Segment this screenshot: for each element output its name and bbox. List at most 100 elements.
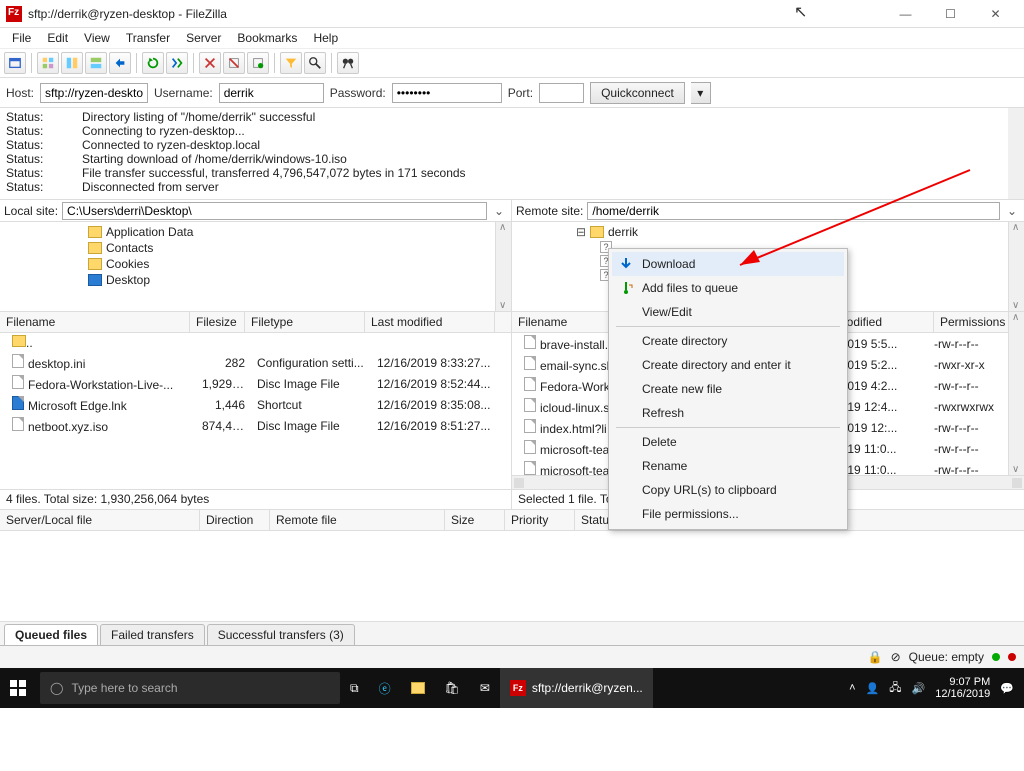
tray-overflow-icon[interactable]: ˄ (849, 682, 855, 694)
col-header[interactable]: Last modified (365, 312, 495, 332)
minimize-button[interactable]: — (883, 0, 928, 28)
windows-taskbar: ◯ Type here to search ⧉ ⓔ 🛍 ✉ Fzsftp://d… (0, 668, 1024, 708)
network-tray-icon[interactable]: 🖧 (889, 679, 901, 698)
bottom-status-bar: 🔒 ⊘ Queue: empty (0, 646, 1024, 668)
col-header[interactable]: Priority (505, 510, 575, 530)
quickconnect-button[interactable]: Quickconnect (590, 82, 685, 104)
col-header[interactable]: Filename (512, 312, 622, 332)
menu-view[interactable]: View (76, 29, 118, 47)
remote-tree-scrollbar[interactable] (1008, 222, 1024, 311)
network-icon: ⊘ (891, 650, 901, 664)
local-path-input[interactable] (62, 202, 487, 220)
list-item[interactable]: .. (0, 333, 511, 352)
menu-transfer[interactable]: Transfer (118, 29, 178, 47)
toggle-log-button[interactable] (37, 52, 59, 74)
context-menu-item[interactable]: Delete (612, 430, 844, 454)
context-menu-item[interactable]: Rename (612, 454, 844, 478)
list-item[interactable]: Microsoft Edge.lnk1,446Shortcut12/16/201… (0, 394, 511, 415)
toggle-queue-button[interactable] (109, 52, 131, 74)
process-queue-button[interactable] (166, 52, 188, 74)
people-icon[interactable]: 👤 (866, 682, 880, 695)
local-path-dropdown[interactable]: ⌄ (491, 204, 507, 218)
tab-failed-transfers[interactable]: Failed transfers (100, 624, 205, 645)
title-bar: sftp://derrik@ryzen-desktop - FileZilla … (0, 0, 1024, 28)
toggle-local-tree-button[interactable] (61, 52, 83, 74)
remote-path-input[interactable] (587, 202, 1000, 220)
context-menu-item[interactable]: File permissions... (612, 502, 844, 526)
password-input[interactable] (392, 83, 502, 103)
local-pane: Local site: ⌄ Application DataContactsCo… (0, 200, 512, 509)
status-dot-red (1008, 653, 1016, 661)
search-button[interactable] (337, 52, 359, 74)
taskbar-search[interactable]: ◯ Type here to search (40, 672, 340, 704)
store-icon[interactable]: 🛍 (435, 668, 470, 708)
port-input[interactable] (539, 83, 584, 103)
close-button[interactable]: ✕ (973, 0, 1018, 28)
menu-help[interactable]: Help (305, 29, 346, 47)
list-item[interactable]: desktop.ini282Configuration setti...12/1… (0, 352, 511, 373)
system-tray[interactable]: ˄ 👤 🖧 🔊 9:07 PM 12/16/2019 💬 (839, 676, 1024, 700)
menu-bookmarks[interactable]: Bookmarks (229, 29, 305, 47)
cancel-button[interactable] (199, 52, 221, 74)
context-menu-item[interactable]: Create directory (612, 329, 844, 353)
notifications-icon[interactable]: 💬 (1000, 682, 1014, 695)
context-menu-item[interactable]: Copy URL(s) to clipboard (612, 478, 844, 502)
context-menu-item[interactable]: Refresh (612, 401, 844, 425)
filter-button[interactable] (280, 52, 302, 74)
reconnect-button[interactable] (247, 52, 269, 74)
toolbar (0, 48, 1024, 78)
maximize-button[interactable]: ☐ (928, 0, 973, 28)
toggle-remote-tree-button[interactable] (85, 52, 107, 74)
list-item[interactable]: Fedora-Workstation-Live-...1,929,379,8..… (0, 373, 511, 394)
host-input[interactable] (40, 83, 148, 103)
username-input[interactable] (219, 83, 324, 103)
local-tree-item[interactable]: Cookies (106, 257, 149, 271)
remote-tree-root[interactable]: derrik (608, 225, 638, 239)
remote-path-dropdown[interactable]: ⌄ (1004, 204, 1020, 218)
menu-edit[interactable]: Edit (39, 29, 76, 47)
local-tree-item[interactable]: Application Data (106, 225, 193, 239)
tab-queued-files[interactable]: Queued files (4, 624, 98, 645)
local-file-list[interactable]: FilenameFilesizeFiletypeLast modified ..… (0, 312, 511, 489)
start-button[interactable] (0, 668, 36, 708)
context-menu-item[interactable]: Create directory and enter it (612, 353, 844, 377)
clock-time: 9:07 PM (935, 676, 990, 688)
col-header[interactable]: Direction (200, 510, 270, 530)
menu-server[interactable]: Server (178, 29, 229, 47)
task-view-button[interactable]: ⧉ (340, 668, 369, 708)
host-label: Host: (6, 86, 34, 100)
explorer-icon[interactable] (401, 668, 435, 708)
local-status: 4 files. Total size: 1,930,256,064 bytes (0, 489, 511, 509)
edge-icon[interactable]: ⓔ (369, 668, 401, 708)
filezilla-taskbar[interactable]: Fzsftp://derrik@ryzen... (500, 668, 653, 708)
context-menu-item[interactable]: Download (612, 252, 844, 276)
col-header[interactable]: Size (445, 510, 505, 530)
col-header[interactable]: Filename (0, 312, 190, 332)
local-tree-scrollbar[interactable] (495, 222, 511, 311)
tab-successful-transfers[interactable]: Successful transfers (3) (207, 624, 355, 645)
local-tree[interactable]: Application Data Contacts Cookies Desktop (0, 222, 511, 312)
search-placeholder: Type here to search (71, 681, 177, 695)
col-header[interactable]: Filetype (245, 312, 365, 332)
context-menu-item[interactable]: View/Edit (612, 300, 844, 324)
list-item[interactable]: netboot.xyz.iso874,496Disc Image File12/… (0, 415, 511, 436)
menu-file[interactable]: File (4, 29, 39, 47)
refresh-button[interactable] (142, 52, 164, 74)
compare-button[interactable] (304, 52, 326, 74)
mail-icon[interactable]: ✉ (470, 668, 500, 708)
site-manager-button[interactable] (4, 52, 26, 74)
context-menu-item[interactable]: Add files to queue (612, 276, 844, 300)
local-tree-item[interactable]: Desktop (106, 273, 150, 287)
quick-connect-bar: Host: Username: Password: Port: Quickcon… (0, 78, 1024, 108)
log-scrollbar[interactable] (1008, 108, 1024, 199)
col-header[interactable]: Server/Local file (0, 510, 200, 530)
disconnect-button[interactable] (223, 52, 245, 74)
quickconnect-dropdown[interactable]: ▾ (691, 82, 711, 104)
local-tree-item[interactable]: Contacts (106, 241, 153, 255)
col-header[interactable]: Filesize (190, 312, 245, 332)
context-menu-item[interactable]: Create new file (612, 377, 844, 401)
volume-icon[interactable]: 🔊 (912, 682, 926, 695)
col-header[interactable]: Remote file (270, 510, 445, 530)
remote-list-scrollbar[interactable] (1008, 312, 1024, 475)
window-title: sftp://derrik@ryzen-desktop - FileZilla (28, 7, 227, 21)
